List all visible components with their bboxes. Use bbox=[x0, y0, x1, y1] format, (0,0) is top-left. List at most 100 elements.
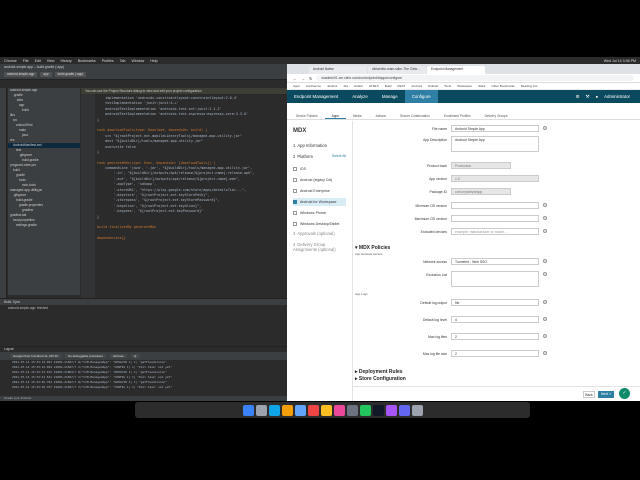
menu-item-edit[interactable]: Edit bbox=[35, 59, 41, 63]
tab-media[interactable]: Media bbox=[346, 112, 369, 119]
bookmark-item[interactable]: HTML5 bbox=[369, 84, 379, 88]
max-log-files-input[interactable]: 2 bbox=[451, 333, 539, 340]
platform-ios[interactable]: iOS bbox=[293, 165, 346, 173]
tab-enrollment-profiles[interactable]: Enrollment Profiles bbox=[437, 112, 478, 119]
network-access-select[interactable]: Tunneled - Web SSO bbox=[451, 258, 539, 265]
bookmark-item[interactable]: Build bbox=[385, 84, 392, 88]
breadcrumb-module[interactable]: app bbox=[40, 72, 52, 77]
dock-app-icon[interactable] bbox=[411, 404, 423, 416]
app-version-input[interactable]: 1.0 bbox=[451, 175, 539, 182]
dock-app-icon[interactable] bbox=[372, 404, 384, 416]
checkbox[interactable] bbox=[293, 178, 297, 182]
bookmark-item[interactable]: Confluence bbox=[306, 84, 321, 88]
bookmark-item[interactable]: Workspace bbox=[457, 84, 472, 88]
dock-app-icon[interactable] bbox=[333, 404, 345, 416]
gear-icon[interactable]: ⚙ bbox=[576, 94, 580, 100]
reload-icon[interactable]: ↻ bbox=[309, 76, 312, 81]
bookmark-item[interactable]: Other Bookmarks bbox=[491, 84, 514, 88]
menu-item-file[interactable]: File bbox=[23, 59, 29, 63]
description-input[interactable]: Android Simple App bbox=[451, 136, 539, 152]
dock-app-icon[interactable] bbox=[307, 404, 319, 416]
browser-tab[interactable]: Android Native bbox=[309, 66, 367, 74]
menu-item-history[interactable]: History bbox=[61, 59, 72, 63]
info-icon[interactable]: i bbox=[543, 272, 547, 276]
menu-item-app[interactable]: Chrome bbox=[4, 59, 17, 63]
menu-item-tab[interactable]: Tab bbox=[120, 59, 126, 63]
nav-manage[interactable]: Manage bbox=[375, 90, 405, 103]
address-input[interactable]: xsadmin01.xm.citrix.com/controlpoint/#ap… bbox=[316, 75, 634, 81]
excluded-devices-input[interactable]: example: manufacturer or model... bbox=[451, 228, 539, 235]
default-log-level-input[interactable]: 4 bbox=[451, 316, 539, 323]
dock-app-icon[interactable] bbox=[385, 404, 397, 416]
step-delivery-groups[interactable]: 4 Delivery Group Assignments (optional) bbox=[287, 239, 352, 255]
platform-windows-desktop[interactable]: Windows Desktop/Tablet bbox=[293, 220, 346, 228]
info-icon[interactable]: i bbox=[543, 351, 547, 355]
file-name-input[interactable]: Android Simple App bbox=[451, 125, 539, 132]
platform-android-legacy[interactable]: Android (legacy DA) bbox=[293, 176, 346, 184]
menu-item-bookmarks[interactable]: Bookmarks bbox=[78, 59, 96, 63]
tab-actions[interactable]: Actions bbox=[369, 112, 393, 119]
code-editor[interactable]: You can use the Project Structure dialog… bbox=[81, 88, 287, 298]
checkbox[interactable] bbox=[293, 222, 297, 226]
tab-delivery-groups[interactable]: Delivery Groups bbox=[478, 112, 515, 119]
info-icon[interactable]: i bbox=[543, 334, 547, 338]
breadcrumb-file[interactable]: build.gradle (:app) bbox=[54, 72, 87, 77]
back-icon[interactable]: ← bbox=[293, 76, 297, 81]
info-icon[interactable]: i bbox=[543, 229, 547, 233]
logcat-level-select[interactable]: Verbose bbox=[109, 354, 127, 358]
bookmark-item[interactable]: Jenkins bbox=[327, 84, 337, 88]
bookmark-item[interactable]: REST bbox=[397, 84, 405, 88]
select-all-link[interactable]: Select All bbox=[332, 154, 346, 159]
user-icon[interactable]: ● bbox=[595, 94, 598, 99]
dock-app-icon[interactable] bbox=[346, 404, 358, 416]
dock-app-icon[interactable] bbox=[255, 404, 267, 416]
back-button[interactable]: Back bbox=[583, 391, 595, 398]
info-icon[interactable]: i bbox=[543, 203, 547, 207]
dock-app-icon[interactable] bbox=[398, 404, 410, 416]
platform-android-workspace[interactable]: Android for Workspace bbox=[293, 198, 346, 206]
nav-brand[interactable]: Endpoint Management bbox=[287, 90, 345, 103]
browser-tab-active[interactable]: Endpoint Management bbox=[427, 66, 485, 74]
admin-menu[interactable]: Administrator bbox=[604, 94, 630, 99]
code-line[interactable]: dependencies{} bbox=[97, 236, 287, 241]
tab-apps[interactable]: Apps bbox=[324, 112, 346, 119]
bookmark-item[interactable]: Android bbox=[411, 84, 421, 88]
default-log-output-input[interactable]: file bbox=[451, 299, 539, 306]
store-configuration-section[interactable]: ▸ Store Configuration bbox=[355, 376, 406, 382]
exclusion-list-input[interactable] bbox=[451, 271, 539, 287]
tab-device-policies[interactable]: Device Policies bbox=[289, 112, 325, 119]
wrench-icon[interactable]: ⚒ bbox=[586, 94, 590, 100]
next-button[interactable]: Next > bbox=[598, 391, 614, 398]
checkbox-checked[interactable] bbox=[293, 200, 297, 204]
bookmark-item[interactable]: Github bbox=[354, 84, 363, 88]
dock-app-icon[interactable] bbox=[294, 404, 306, 416]
dock-app-icon[interactable] bbox=[268, 404, 280, 416]
dock-app-icon[interactable] bbox=[242, 404, 254, 416]
logcat-search[interactable]: Q- bbox=[130, 354, 141, 358]
breadcrumb-project[interactable]: android-simple-app bbox=[4, 72, 38, 77]
menu-item-profiles[interactable]: Profiles bbox=[102, 59, 114, 63]
menu-item-window[interactable]: Window bbox=[131, 59, 144, 63]
bookmark-item[interactable]: Tools bbox=[444, 84, 451, 88]
tab-secure-collaboration[interactable]: Secure Collaboration bbox=[393, 112, 437, 119]
bookmark-item[interactable]: Reading List bbox=[521, 84, 538, 88]
bookmark-item[interactable]: Jira bbox=[343, 84, 348, 88]
logcat-process-select[interactable]: No debuggable processes bbox=[64, 354, 106, 358]
step-app-information[interactable]: 1 App Information bbox=[287, 140, 352, 151]
info-icon[interactable]: i bbox=[543, 126, 547, 130]
checkbox[interactable] bbox=[293, 211, 297, 215]
step-approvals[interactable]: 3 Approvals (optional) bbox=[287, 228, 352, 239]
help-chat-icon[interactable]: ✓ bbox=[619, 388, 630, 399]
forward-icon[interactable]: → bbox=[301, 76, 305, 81]
dock-app-icon[interactable] bbox=[320, 404, 332, 416]
menu-item-help[interactable]: Help bbox=[150, 59, 157, 63]
bookmark-item[interactable]: Apps bbox=[293, 84, 300, 88]
browser-tab[interactable]: citrix/citrix-mam-sdks: The Citrix... bbox=[368, 66, 426, 74]
info-icon[interactable]: i bbox=[543, 300, 547, 304]
info-icon[interactable]: i bbox=[543, 216, 547, 220]
max-log-size-input[interactable]: 2 bbox=[451, 350, 539, 357]
tree-item[interactable]: settings.gradle bbox=[8, 223, 80, 228]
platform-android-enterprise[interactable]: Android Enterprise bbox=[293, 187, 346, 195]
checkbox[interactable] bbox=[293, 167, 297, 171]
checkbox[interactable] bbox=[293, 189, 297, 193]
